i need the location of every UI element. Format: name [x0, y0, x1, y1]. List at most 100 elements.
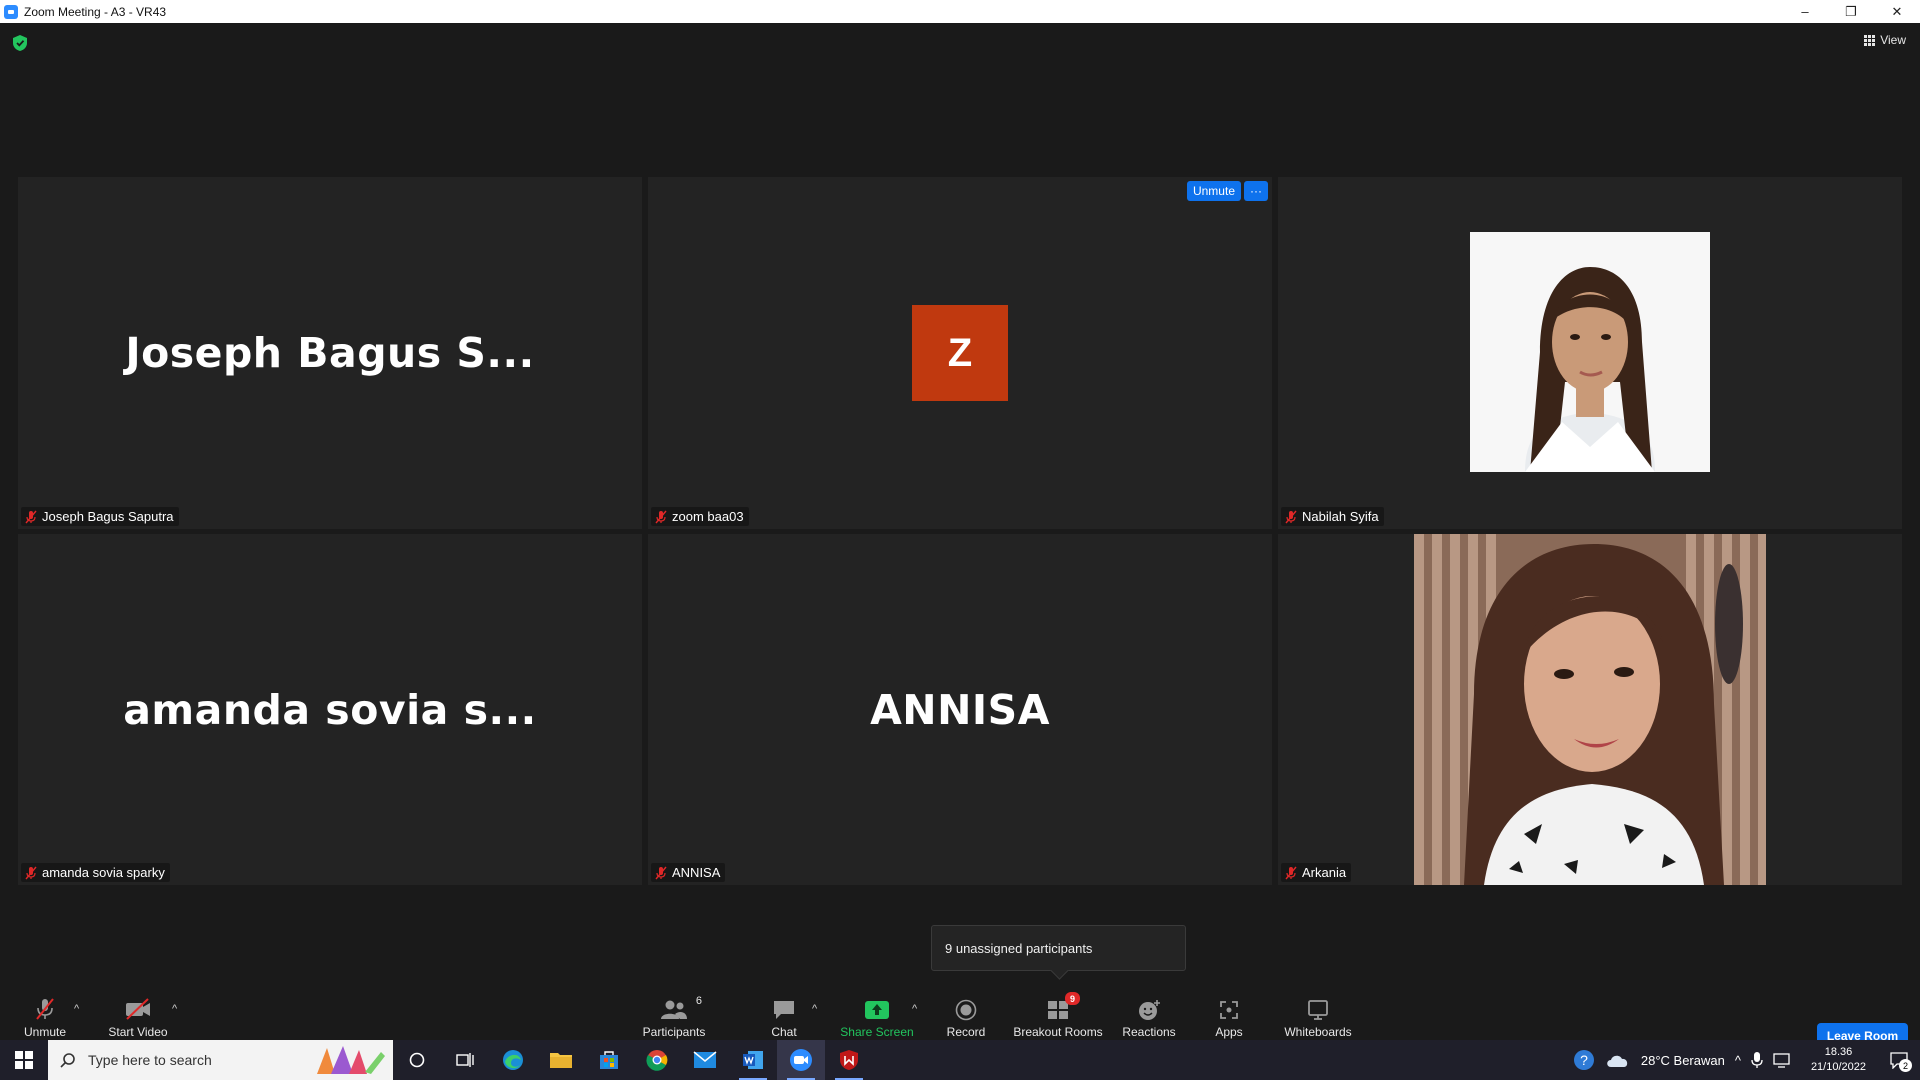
- more-options-button[interactable]: ···: [1244, 181, 1268, 201]
- portrait-image: [1470, 232, 1710, 472]
- record-label: Record: [946, 1025, 986, 1039]
- participant-video: [1414, 534, 1766, 885]
- whiteboards-button[interactable]: Whiteboards: [1273, 995, 1363, 1039]
- unmute-participant-button[interactable]: Unmute: [1186, 181, 1241, 201]
- chrome-browser-icon: [646, 1050, 668, 1071]
- participant-name-tag: zoom baa03: [651, 507, 749, 526]
- close-button[interactable]: ✕: [1874, 0, 1920, 23]
- muted-mic-icon: [655, 510, 667, 523]
- apps-icon: [1220, 1001, 1238, 1019]
- taskbar-chrome[interactable]: [633, 1040, 681, 1080]
- taskbar-mail[interactable]: [681, 1040, 729, 1080]
- breakout-rooms-label: Breakout Rooms: [1013, 1025, 1103, 1039]
- task-view-button[interactable]: [441, 1040, 489, 1080]
- word-icon: [743, 1051, 763, 1069]
- start-button[interactable]: [0, 1040, 48, 1080]
- minimize-button[interactable]: –: [1782, 0, 1828, 23]
- taskbar-word[interactable]: [729, 1040, 777, 1080]
- audio-options-caret[interactable]: ^: [74, 1003, 79, 1015]
- participant-display-name: amanda sovia s...: [123, 685, 537, 734]
- apps-button[interactable]: Apps: [1184, 995, 1274, 1039]
- zoom-app-icon: [4, 4, 18, 19]
- restore-button[interactable]: ❐: [1828, 0, 1874, 23]
- chat-icon: [774, 1001, 794, 1019]
- svg-text:?: ?: [1580, 1052, 1588, 1068]
- encryption-shield-icon[interactable]: [13, 35, 27, 51]
- participant-tile[interactable]: amanda sovia s... amanda sovia sparky: [18, 534, 642, 885]
- notifications-button[interactable]: 2: [1884, 1040, 1914, 1080]
- mail-icon: [693, 1051, 717, 1068]
- meeting-area: View Joseph Bagus S... Joseph Bagus Sapu…: [0, 23, 1920, 1063]
- show-hidden-icons-chevron-icon[interactable]: ^: [1735, 1053, 1741, 1068]
- participant-name-tag: Joseph Bagus Saputra: [21, 507, 179, 526]
- search-placeholder: Type here to search: [88, 1052, 212, 1068]
- participant-name-tag: ANNISA: [651, 863, 726, 882]
- weather-cloud-icon[interactable]: [1605, 1051, 1631, 1069]
- taskbar-search-box[interactable]: Type here to search: [48, 1040, 393, 1080]
- clock-time: 18.36: [1824, 1046, 1853, 1058]
- record-button[interactable]: Record: [921, 995, 1011, 1039]
- muted-mic-icon: [1285, 866, 1297, 879]
- view-label: View: [1880, 33, 1906, 47]
- network-icon[interactable]: [1773, 1052, 1793, 1068]
- notification-count: 2: [1899, 1059, 1912, 1072]
- participant-tile[interactable]: Z Unmute ··· zoom baa03: [648, 177, 1272, 529]
- breakout-rooms-button[interactable]: 9 Breakout Rooms: [1013, 992, 1103, 1039]
- video-off-icon: [126, 998, 150, 1020]
- window-titlebar: Zoom Meeting - A3 - VR43 – ❐ ✕: [0, 0, 1920, 23]
- participants-count: 6: [695, 995, 702, 1007]
- folder-icon: [550, 1053, 572, 1068]
- zoom-app-icon: [790, 1049, 812, 1071]
- mcafee-shield-icon: [840, 1050, 858, 1070]
- taskbar-file-explorer[interactable]: [537, 1040, 585, 1080]
- help-icon[interactable]: ?: [1573, 1049, 1595, 1071]
- taskbar-clock[interactable]: 18.36 21/10/2022: [1811, 1045, 1866, 1075]
- muted-mic-icon: [1285, 510, 1297, 523]
- participant-tile[interactable]: ANNISA ANNISA: [648, 534, 1272, 885]
- store-bag-icon: [600, 1051, 618, 1069]
- taskbar-mcafee[interactable]: [825, 1040, 873, 1080]
- chat-label: Chat: [771, 1025, 797, 1039]
- clock-date: 21/10/2022: [1810, 1061, 1866, 1073]
- taskbar-edge[interactable]: [489, 1040, 537, 1080]
- participant-tile[interactable]: Nabilah Syifa: [1278, 177, 1902, 529]
- participants-label: Participants: [642, 1025, 706, 1039]
- unmute-label: Unmute: [23, 1025, 67, 1039]
- unmute-button[interactable]: Unmute: [0, 995, 90, 1039]
- participant-video: [1470, 232, 1710, 472]
- participant-name: Joseph Bagus Saputra: [42, 509, 174, 524]
- window-title: Zoom Meeting - A3 - VR43: [24, 4, 167, 19]
- grid-view-icon: [1864, 34, 1876, 46]
- unassigned-participants-tooltip: 9 unassigned participants: [931, 925, 1186, 971]
- avatar: Z: [912, 305, 1008, 401]
- chat-button[interactable]: Chat: [739, 995, 829, 1039]
- start-video-label: Start Video: [108, 1025, 168, 1039]
- microphone-icon[interactable]: [1751, 1051, 1763, 1069]
- participants-button[interactable]: 6 Participants: [629, 995, 719, 1039]
- start-video-button[interactable]: Start Video: [93, 995, 183, 1039]
- taskbar-zoom[interactable]: [777, 1040, 825, 1080]
- reactions-button[interactable]: Reactions: [1104, 995, 1194, 1039]
- cortana-button[interactable]: [393, 1040, 441, 1080]
- cortana-circle-icon: [409, 1052, 425, 1068]
- taskbar-store[interactable]: [585, 1040, 633, 1080]
- participant-name: amanda sovia sparky: [42, 865, 165, 880]
- participant-display-name: Joseph Bagus S...: [125, 329, 535, 377]
- weather-text[interactable]: 28°C Berawan: [1641, 1053, 1725, 1068]
- participant-tile[interactable]: Arkania: [1278, 534, 1902, 885]
- window-controls: – ❐ ✕: [1782, 0, 1920, 23]
- chat-options-caret[interactable]: ^: [812, 1003, 817, 1015]
- system-tray: ? 28°C Berawan ^ 18.36 21/10/2022 2: [1573, 1040, 1920, 1080]
- search-icon: [60, 1053, 75, 1068]
- participant-name-tag: Nabilah Syifa: [1281, 507, 1384, 526]
- muted-mic-icon: [25, 866, 37, 879]
- participant-name: Arkania: [1302, 865, 1347, 880]
- windows-logo-icon: [15, 1051, 33, 1069]
- video-options-caret[interactable]: ^: [172, 1003, 177, 1015]
- participant-tile[interactable]: Joseph Bagus S... Joseph Bagus Saputra: [18, 177, 642, 529]
- share-options-caret[interactable]: ^: [912, 1003, 917, 1015]
- share-screen-button[interactable]: Share Screen: [832, 995, 922, 1039]
- participants-icon: [661, 1000, 687, 1019]
- whiteboard-icon: [1308, 1000, 1328, 1020]
- view-button[interactable]: View: [1864, 33, 1906, 47]
